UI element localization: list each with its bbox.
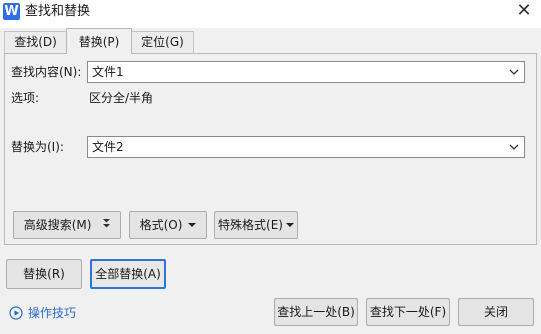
caret-down-icon [188, 222, 197, 227]
tab-find[interactable]: 查找(D) [4, 31, 67, 53]
replace-label: 替换为(I): [11, 140, 64, 154]
find-previous-button[interactable]: 查找上一处(B) [274, 298, 358, 326]
find-label: 查找内容(N): [11, 65, 82, 79]
replace-button-label: 替换(R) [23, 267, 65, 281]
advanced-search-label: 高级搜索(M) [23, 218, 92, 232]
tab-replace[interactable]: 替换(P) [66, 28, 132, 54]
replace-all-button[interactable]: 全部替换(A) [90, 259, 166, 289]
caret-down-icon [285, 222, 294, 227]
tab-strip: 查找(D) 定位(G) 替换(P) [0, 28, 541, 54]
options-label: 选项: [11, 91, 40, 105]
format-button[interactable]: 格式(O) [129, 211, 207, 239]
replace-button[interactable]: 替换(R) [6, 259, 82, 289]
find-next-button[interactable]: 查找下一处(F) [366, 298, 450, 326]
close-button[interactable]: 关闭 [458, 298, 534, 326]
wps-writer-icon: W [3, 3, 20, 20]
find-next-label: 查找下一处(F) [369, 305, 447, 319]
replace-combobox[interactable]: 文件2 [87, 136, 525, 158]
replace-input[interactable]: 文件2 [92, 139, 124, 155]
tab-goto[interactable]: 定位(G) [131, 31, 194, 53]
find-previous-label: 查找上一处(B) [277, 305, 355, 319]
close-button-label: 关闭 [483, 305, 508, 319]
tips-link-label[interactable]: 操作技巧 [28, 305, 76, 321]
special-format-button[interactable]: 特殊格式(E) [214, 211, 298, 239]
play-circle-icon [9, 306, 23, 320]
chevron-down-icon[interactable] [507, 140, 521, 154]
window-title: 查找和替换 [25, 4, 91, 19]
title-bar: W 查找和替换 ✕ [0, 0, 541, 28]
format-label: 格式(O) [139, 218, 183, 232]
find-combobox[interactable]: 文件1 [87, 61, 525, 83]
find-input[interactable]: 文件1 [92, 64, 124, 80]
close-icon[interactable]: ✕ [507, 0, 541, 28]
replace-all-button-label: 全部替换(A) [95, 267, 161, 281]
options-value: 区分全/半角 [89, 91, 154, 105]
chevron-down-icon[interactable] [507, 65, 521, 79]
double-chevron-down-icon [103, 219, 111, 228]
special-format-label: 特殊格式(E) [218, 218, 283, 232]
advanced-search-button[interactable]: 高级搜索(M) [13, 211, 121, 239]
